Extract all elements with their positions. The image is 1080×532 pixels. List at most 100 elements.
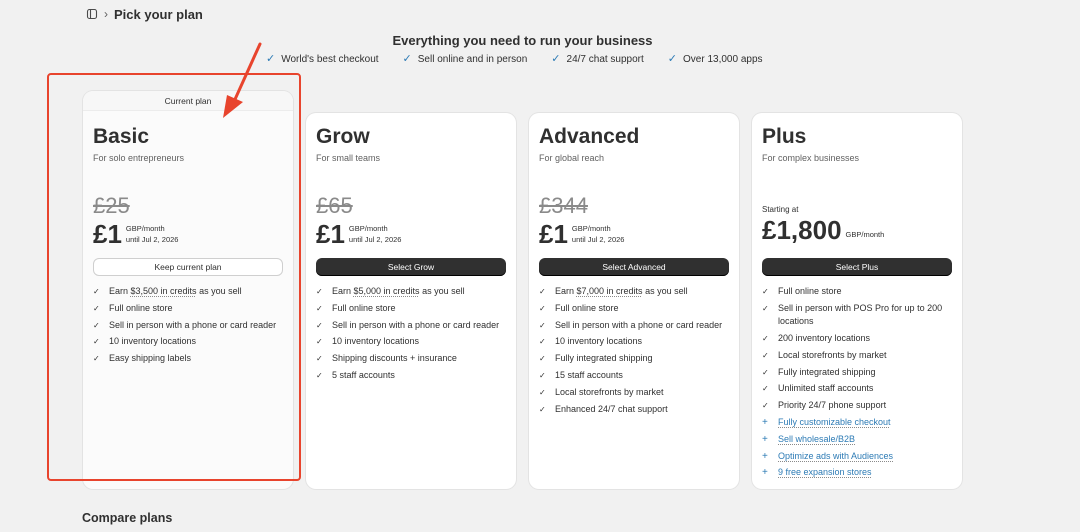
plus-icon: +	[762, 433, 768, 445]
sidebar-toggle-icon[interactable]	[86, 8, 98, 20]
feature-text: Full online store	[555, 302, 619, 313]
original-price: £25	[93, 193, 130, 218]
check-icon: ✓	[316, 337, 323, 347]
check-icon: ✓	[539, 337, 546, 347]
price-until: until Jul 2, 2026	[571, 235, 625, 244]
price: £1	[93, 219, 122, 249]
plan-subtitle: For small teams	[316, 153, 381, 163]
hero-feature: ✓ Sell online and in person	[403, 54, 528, 66]
feature-text: 200 inventory locations	[778, 333, 871, 344]
feature-item: ✓ Sell in person with POS Pro for up to 2…	[762, 302, 952, 329]
feature-item: ✓ Fully integrated shipping	[762, 366, 952, 380]
check-icon: ✓	[316, 320, 323, 330]
feature-item: ✓ Earn $3,500 in credits as you sell	[93, 285, 283, 299]
breadcrumb: › Pick your plan	[86, 6, 203, 22]
feature-text: Sell in person with a phone or card read…	[332, 319, 500, 330]
price-meta: GBP/month until Jul 2, 2026	[572, 223, 625, 245]
price-until: until Jul 2, 2026	[348, 235, 402, 244]
feature-item: ✓ 10 inventory locations	[316, 335, 506, 349]
feature-item: ✓ Sell in person with a phone or card rea…	[93, 319, 283, 333]
feature-text: Enhanced 24/7 chat support	[555, 403, 668, 414]
feature-link[interactable]: Fully customizable checkout	[778, 416, 891, 430]
plan-subtitle: For global reach	[539, 153, 605, 163]
hero-features: ✓ World's best checkout ✓ Sell online an…	[266, 54, 763, 66]
original-price: £65	[316, 193, 353, 218]
feature-item: ✓ Local storefronts by market	[539, 386, 729, 400]
feature-text: Full online store	[109, 302, 173, 313]
price-row: £1,800 GBP/month	[762, 216, 952, 244]
credits-link[interactable]: $3,500 in credits	[131, 286, 197, 296]
hero-feature-label: Sell online and in person	[417, 54, 528, 65]
plan-name: Advanced	[539, 125, 640, 148]
hero-feature-label: 24/7 chat support	[566, 54, 644, 65]
feature-item: ✓ Full online store	[539, 302, 729, 316]
feature-link[interactable]: Sell wholesale/B2B	[778, 433, 855, 447]
select-plus-button[interactable]: Select Plus	[762, 258, 952, 276]
check-icon: ✓	[762, 401, 769, 411]
price-period: GBP/month	[845, 230, 885, 239]
keep-current-plan-button[interactable]: Keep current plan	[93, 258, 283, 276]
price: £1	[539, 219, 568, 249]
hero-feature-label: World's best checkout	[281, 54, 379, 65]
plus-feature-item[interactable]: + Optimize ads with Audiences	[762, 450, 952, 464]
credits-link[interactable]: $7,000 in credits	[577, 286, 643, 296]
hero-feature-label: Over 13,000 apps	[683, 54, 763, 65]
feature-list: ✓ Earn $5,000 in credits as you sell ✓ Ful…	[316, 285, 506, 382]
feature-text: Sell in person with a phone or card read…	[109, 319, 277, 330]
annotation-arrow-icon	[223, 42, 262, 118]
check-icon: ✓	[539, 320, 546, 330]
hero-feature: ✓ World's best checkout	[266, 54, 379, 66]
feature-text: Unlimited staff accounts	[778, 383, 874, 394]
check-icon: ✓	[93, 287, 100, 296]
plan-name: Basic	[93, 125, 150, 148]
feature-item: ✓ 15 staff accounts	[539, 369, 729, 383]
check-icon: ✓	[539, 354, 546, 364]
plan-name: Grow	[316, 125, 370, 148]
select-advanced-button[interactable]: Select Advanced	[539, 258, 729, 276]
feature-text: Earn $7,000 in credits as you sell	[555, 286, 688, 296]
check-icon: ✓	[762, 384, 769, 394]
feature-item: ✓ Fully integrated shipping	[539, 352, 729, 366]
check-icon: ✓	[316, 303, 323, 313]
check-icon: ✓	[762, 334, 769, 344]
plan-name: Plus	[762, 125, 807, 148]
check-icon: ✓	[316, 354, 323, 364]
check-icon: ✓	[93, 303, 100, 313]
check-icon: ✓	[539, 303, 546, 313]
feature-list: ✓ Full online store ✓ Sell in person with …	[762, 285, 952, 480]
feature-text: Local storefronts by market	[778, 349, 887, 360]
feature-item: ✓ Shipping discounts + insurance	[316, 352, 506, 366]
feature-item: ✓ Full online store	[93, 302, 283, 316]
plus-feature-item[interactable]: + Fully customizable checkout	[762, 416, 952, 430]
page-title: Pick your plan	[114, 6, 203, 22]
check-icon: ✓	[539, 287, 546, 296]
check-icon: ✓	[762, 350, 769, 360]
price-row: £1 GBP/month until Jul 2, 2026	[539, 220, 729, 248]
plus-feature-item[interactable]: +9 free expansion stores	[762, 466, 952, 480]
plus-feature-item[interactable]: + Sell wholesale/B2B	[762, 433, 952, 447]
feature-text: 15 staff accounts	[555, 369, 623, 380]
feature-item: ✓ Full online store	[762, 285, 952, 299]
price-meta: GBP/month until Jul 2, 2026	[126, 223, 179, 245]
feature-link[interactable]: Optimize ads with Audiences	[778, 450, 893, 464]
hero-feature: ✓ Over 13,000 apps	[668, 54, 763, 66]
select-grow-button[interactable]: Select Grow	[316, 258, 506, 276]
feature-text: Full online store	[332, 302, 396, 313]
feature-text: Full online store	[778, 286, 842, 296]
feature-item: ✓ 200 inventory locations	[762, 332, 952, 346]
breadcrumb-separator: ›	[104, 7, 108, 21]
credits-link[interactable]: $5,000 in credits	[354, 286, 420, 296]
original-price: £344	[539, 193, 588, 218]
price-meta: GBP/month until Jul 2, 2026	[349, 223, 402, 245]
feature-text: Fully integrated shipping	[778, 366, 876, 377]
check-icon: ✓	[762, 367, 769, 377]
feature-list: ✓ Earn $3,500 in credits as you sell ✓ Ful…	[93, 285, 283, 366]
price-period: GBP/month	[125, 224, 165, 233]
plus-icon: +	[762, 450, 768, 462]
feature-text: Sell in person with a phone or card read…	[555, 319, 723, 330]
check-icon: ✓	[539, 404, 546, 414]
feature-link[interactable]: 9 free expansion stores	[778, 466, 872, 480]
check-icon: ✓	[762, 287, 769, 296]
price: £1	[316, 219, 345, 249]
feature-text: Earn $3,500 in credits as you sell	[109, 286, 242, 296]
